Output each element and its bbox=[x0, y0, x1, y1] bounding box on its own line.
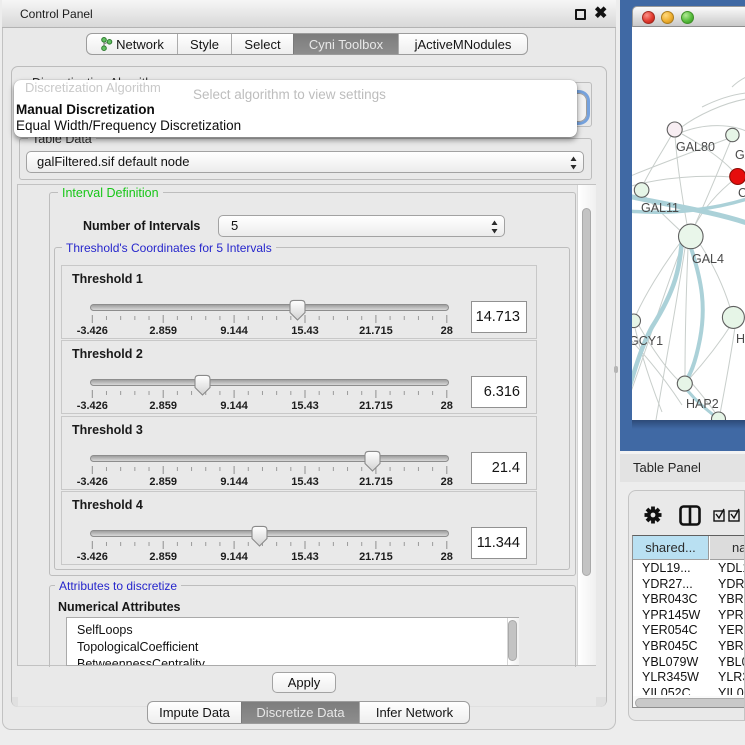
svg-text:GAL11: GAL11 bbox=[641, 201, 679, 215]
svg-text:HAP2: HAP2 bbox=[686, 397, 719, 411]
svg-text:GAL80: GAL80 bbox=[676, 140, 715, 154]
svg-text:GCY1: GCY1 bbox=[632, 334, 663, 348]
svg-text:H: H bbox=[736, 332, 745, 346]
svg-text:GAL4: GAL4 bbox=[692, 252, 724, 266]
svg-text:GA: GA bbox=[735, 148, 745, 162]
svg-text:C: C bbox=[738, 186, 745, 200]
